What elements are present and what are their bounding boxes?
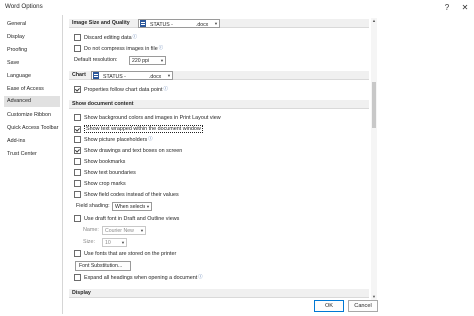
discard-editing-option[interactable]: Discard editing data ⓘ: [74, 34, 137, 41]
show-crop-marks-option[interactable]: Show crop marks: [74, 180, 126, 187]
section-heading-image-size: Image Size and Quality: [72, 20, 130, 26]
word-document-icon: [140, 20, 146, 27]
show-background-colors-checkbox[interactable]: [74, 114, 81, 121]
chevron-down-icon: ▼: [167, 73, 171, 78]
section-heading-chart: Chart: [72, 72, 86, 78]
font-size-label: Size:: [83, 239, 95, 245]
nav-item-customize-ribbon[interactable]: Customize Ribbon: [4, 110, 60, 121]
title-bar: Word Options ? ✕: [0, 0, 474, 14]
options-nav: General Display Proofing Save Language E…: [2, 15, 63, 314]
chevron-down-icon: ▼: [121, 240, 125, 245]
show-crop-marks-checkbox[interactable]: [74, 180, 81, 187]
show-text-wrapped-checkbox[interactable]: [74, 125, 81, 133]
nav-item-language[interactable]: Language: [4, 71, 60, 82]
font-name-select[interactable]: Courier New ▼: [102, 226, 146, 235]
chevron-down-icon: ▼: [214, 21, 218, 26]
nav-item-display[interactable]: Display: [4, 32, 60, 43]
section-show-document-content: Show document content: [69, 100, 369, 109]
section-heading-display: Display: [72, 290, 91, 296]
info-icon: ⓘ: [132, 33, 137, 39]
info-icon: ⓘ: [148, 135, 153, 141]
redacted-filename: [172, 19, 196, 26]
default-resolution-label: Default resolution:: [74, 57, 118, 63]
section-heading-show-document: Show document content: [72, 101, 134, 107]
show-text-boundaries-checkbox[interactable]: [74, 169, 81, 176]
expand-headings-checkbox[interactable]: [74, 274, 81, 281]
chart-document-select[interactable]: STATUS - .docx ▼: [91, 71, 173, 80]
show-picture-placeholders-option[interactable]: Show picture placeholders ⓘ: [74, 136, 153, 143]
printer-fonts-option[interactable]: Use fonts that are stored on the printer: [74, 250, 176, 257]
scroll-up-icon[interactable]: ▲: [371, 18, 377, 24]
font-name-label: Name:: [83, 227, 99, 233]
draft-font-checkbox[interactable]: [74, 215, 81, 222]
close-button[interactable]: ✕: [457, 1, 473, 13]
show-field-codes-option[interactable]: Show field codes instead of their values: [74, 191, 179, 198]
info-icon: ⓘ: [158, 44, 163, 50]
show-drawings-checkbox[interactable]: [74, 147, 81, 154]
scroll-thumb[interactable]: [372, 82, 376, 128]
show-bookmarks-checkbox[interactable]: [74, 158, 81, 165]
chevron-down-icon: ▼: [146, 204, 150, 209]
chevron-down-icon: ▼: [140, 228, 144, 233]
nav-item-proofing[interactable]: Proofing: [4, 45, 60, 56]
show-picture-placeholders-checkbox[interactable]: [74, 136, 81, 143]
show-background-colors-option[interactable]: Show background colors and images in Pri…: [74, 114, 221, 121]
discard-editing-checkbox[interactable]: [74, 34, 81, 41]
nav-item-save[interactable]: Save: [4, 58, 60, 69]
field-shading-select[interactable]: When selected ▼: [112, 202, 152, 211]
draft-font-option[interactable]: Use draft font in Draft and Outline view…: [74, 215, 179, 222]
font-size-select[interactable]: 10 ▼: [102, 238, 127, 247]
word-document-icon: [93, 72, 99, 79]
show-field-codes-checkbox[interactable]: [74, 191, 81, 198]
properties-follow-checkbox[interactable]: [74, 86, 81, 93]
info-icon: ⓘ: [198, 273, 203, 279]
nav-item-quick-access-toolbar[interactable]: Quick Access Toolbar: [4, 123, 60, 134]
options-content: Image Size and Quality STATUS - .docx ▼ D…: [66, 15, 382, 300]
info-icon: ⓘ: [163, 85, 168, 91]
ok-button[interactable]: OK: [314, 300, 344, 312]
default-resolution-select[interactable]: 220 ppi ▼: [129, 56, 166, 65]
image-size-document-select[interactable]: STATUS - .docx ▼: [138, 19, 220, 28]
redacted-filename: [125, 71, 149, 78]
font-substitution-button[interactable]: Font Substitution...: [75, 261, 131, 271]
no-compress-option[interactable]: Do not compress images in file ⓘ: [74, 45, 163, 52]
printer-fonts-checkbox[interactable]: [74, 250, 81, 257]
chevron-down-icon: ▼: [160, 58, 164, 63]
properties-follow-option[interactable]: Properties follow chart data point ⓘ: [74, 86, 168, 93]
show-text-wrapped-option[interactable]: Show text wrapped within the document wi…: [74, 125, 203, 133]
window-title: Word Options: [5, 3, 43, 10]
no-compress-checkbox[interactable]: [74, 45, 81, 52]
nav-item-ease-of-access[interactable]: Ease of Access: [4, 84, 60, 95]
expand-headings-option[interactable]: Expand all headings when opening a docum…: [74, 274, 203, 281]
help-button[interactable]: ?: [439, 1, 455, 13]
vertical-scrollbar[interactable]: ▲ ▼: [371, 18, 377, 300]
nav-item-add-ins[interactable]: Add-ins: [4, 136, 60, 147]
field-shading-label: Field shading:: [76, 203, 110, 209]
show-bookmarks-option[interactable]: Show bookmarks: [74, 158, 125, 165]
show-text-boundaries-option[interactable]: Show text boundaries: [74, 169, 136, 176]
show-drawings-option[interactable]: Show drawings and text boxes on screen: [74, 147, 182, 154]
nav-item-trust-center[interactable]: Trust Center: [4, 149, 60, 160]
nav-item-general[interactable]: General: [4, 19, 60, 30]
section-display: Display: [69, 289, 369, 298]
cancel-button[interactable]: Cancel: [348, 300, 378, 312]
nav-item-advanced[interactable]: Advanced: [4, 96, 60, 107]
